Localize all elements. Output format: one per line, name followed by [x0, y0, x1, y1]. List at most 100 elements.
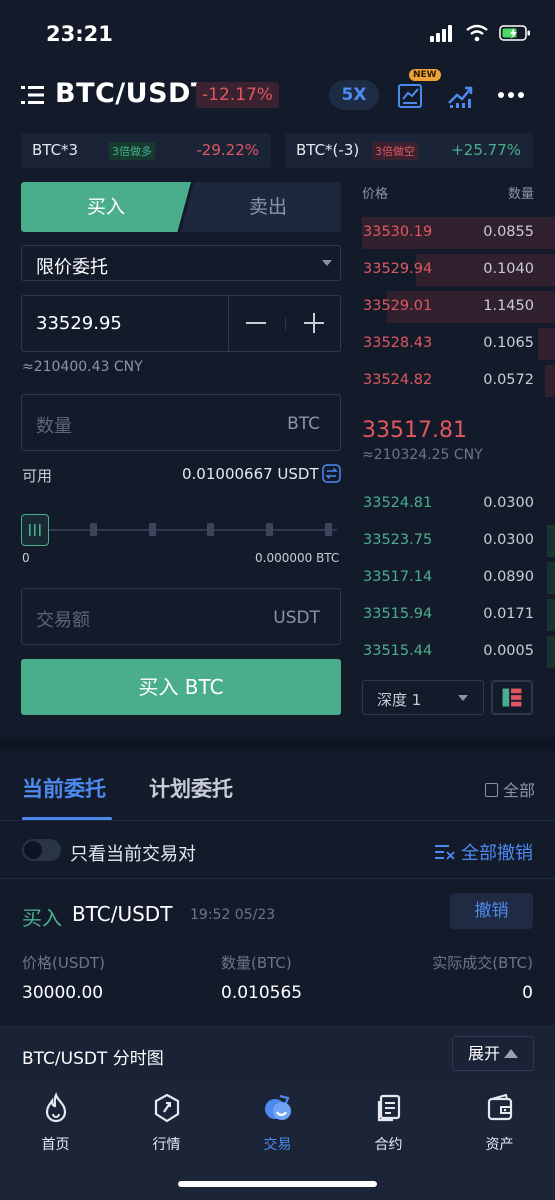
expand-label: 展开: [467, 1044, 500, 1063]
price-divider: [228, 296, 229, 351]
ask-qty: 0.1040: [483, 261, 534, 277]
order-book-header: 价格 数量: [362, 183, 534, 202]
toggle-knob: [24, 841, 42, 859]
tab-trade[interactable]: 交易: [222, 1092, 333, 1154]
available-label: 可用: [22, 467, 53, 485]
tab-label: 首页: [41, 1137, 70, 1153]
book-price-header: 价格: [362, 187, 389, 202]
chevron-down-icon: [322, 260, 332, 266]
signal-icon: [430, 25, 452, 42]
bid-row[interactable]: 33523.75 0.0300: [362, 525, 555, 557]
home-indicator: [178, 1181, 377, 1187]
slider-tick[interactable]: [149, 523, 156, 536]
tab-current-orders[interactable]: 当前委托: [22, 773, 106, 803]
expand-button[interactable]: 展开: [452, 1036, 534, 1071]
tab-label: 资产: [485, 1137, 514, 1153]
slider-tick[interactable]: [207, 523, 214, 536]
bid-qty: 0.0890: [483, 569, 534, 585]
bid-row[interactable]: 33524.81 0.0300: [362, 488, 555, 520]
slider-tick[interactable]: [90, 523, 97, 536]
token-tag: 3倍做多: [109, 142, 155, 160]
depth-select[interactable]: 深度 1: [362, 680, 484, 715]
bid-price: 33517.14: [363, 569, 433, 585]
ask-depth-bar: [545, 365, 555, 397]
ask-row[interactable]: 33528.43 0.1065: [362, 328, 555, 360]
bid-depth-bar: [547, 525, 555, 557]
depth-label: 深度 1: [377, 691, 422, 709]
bid-row[interactable]: 33517.14 0.0890: [362, 562, 555, 594]
order-price-header: 价格(USDT): [22, 954, 105, 972]
ask-depth-bar: [538, 328, 555, 360]
ask-qty: 0.1065: [483, 335, 534, 351]
available-value: 0.01000667 USDT: [182, 465, 319, 483]
last-price-cny: ≈210324.25 CNY: [362, 447, 483, 463]
slider-max-label: 0.000000 BTC: [255, 551, 340, 565]
tab-plan-orders[interactable]: 计划委托: [149, 773, 233, 803]
chevron-up-icon: [504, 1049, 518, 1058]
leveraged-token-short[interactable]: BTC*(-3) 3倍做空 +25.77%: [285, 133, 533, 168]
pair-title[interactable]: BTC/USDT: [55, 78, 210, 109]
amount-placeholder: 交易额: [36, 610, 90, 631]
ask-price: 33524.82: [363, 372, 433, 388]
order-cancel-button[interactable]: 撤销: [450, 893, 533, 929]
amount-unit: USDT: [273, 608, 320, 628]
amount-slider[interactable]: [21, 512, 341, 548]
ask-row[interactable]: 33524.82 0.0572: [362, 365, 555, 397]
minus-icon[interactable]: [246, 322, 266, 324]
battery-icon: [499, 25, 530, 41]
slider-handle[interactable]: [21, 514, 49, 546]
buy-submit-button[interactable]: 买入 BTC: [21, 659, 341, 715]
tab-home[interactable]: 首页: [0, 1092, 111, 1154]
price-value: 33529.95: [36, 313, 122, 334]
slider-min-label: 0: [22, 551, 30, 565]
bid-depth-bar: [547, 599, 555, 631]
tab-assets[interactable]: 资产: [444, 1092, 555, 1154]
book-layout-icon[interactable]: [491, 680, 533, 715]
chart-title: BTC/USDT 分时图: [22, 1049, 164, 1069]
more-icon[interactable]: [497, 81, 525, 109]
order-type-select[interactable]: 限价委托: [21, 245, 341, 281]
ask-price: 33529.94: [363, 261, 433, 277]
slider-tick[interactable]: [266, 523, 273, 536]
last-price: 33517.81: [362, 418, 467, 443]
book-qty-header: 数量: [507, 187, 534, 202]
ask-row[interactable]: 33529.01 1.1450: [362, 291, 555, 323]
price-input[interactable]: 33529.95: [21, 295, 341, 352]
order-filled: 0: [522, 983, 533, 1003]
slider-tick[interactable]: [325, 523, 332, 536]
ask-row[interactable]: 33529.94 0.1040: [362, 254, 555, 286]
tab-label: 交易: [263, 1137, 292, 1153]
sell-tab[interactable]: 卖出: [181, 182, 341, 232]
order-qty: 0.010565: [221, 983, 303, 1003]
pair-change-badge: -12.17%: [196, 82, 279, 108]
amount-input[interactable]: 交易额 USDT: [21, 588, 341, 645]
transfer-icon[interactable]: [322, 464, 341, 483]
buy-tab[interactable]: 买入: [21, 182, 191, 232]
current-pair-toggle[interactable]: [22, 839, 61, 861]
leverage-button[interactable]: 5X: [329, 80, 379, 110]
all-orders-link[interactable]: 全部: [484, 777, 535, 801]
bid-qty: 0.0005: [483, 643, 534, 659]
plus-icon-vertical[interactable]: [313, 313, 315, 333]
ask-qty: 0.0572: [483, 372, 534, 388]
wifi-icon: [466, 24, 488, 42]
cancel-all-button[interactable]: 全部撤销: [435, 839, 533, 865]
tab-market[interactable]: 行情: [111, 1092, 222, 1154]
leveraged-token-long[interactable]: BTC*3 3倍做多 -29.22%: [21, 133, 271, 168]
order-price: 30000.00: [22, 983, 104, 1003]
quantity-placeholder: 数量: [36, 416, 72, 437]
bid-row[interactable]: 33515.44 0.0005: [362, 636, 555, 668]
order-side: 买入: [22, 906, 62, 930]
token-tag: 3倍做空: [372, 142, 418, 160]
new-badge: NEW: [409, 69, 441, 81]
cancel-all-label: 全部撤销: [461, 843, 533, 864]
bid-depth-bar: [547, 562, 555, 594]
tab-label: 行情: [152, 1137, 181, 1153]
menu-icon[interactable]: [20, 82, 46, 108]
bid-row[interactable]: 33515.94 0.0171: [362, 599, 555, 631]
quantity-input[interactable]: 数量 BTC: [21, 394, 341, 451]
trend-icon[interactable]: [446, 81, 474, 109]
ask-row[interactable]: 33530.19 0.0855: [362, 217, 555, 249]
tab-contract[interactable]: 合约: [333, 1092, 444, 1154]
kline-chart-icon[interactable]: [397, 81, 425, 109]
